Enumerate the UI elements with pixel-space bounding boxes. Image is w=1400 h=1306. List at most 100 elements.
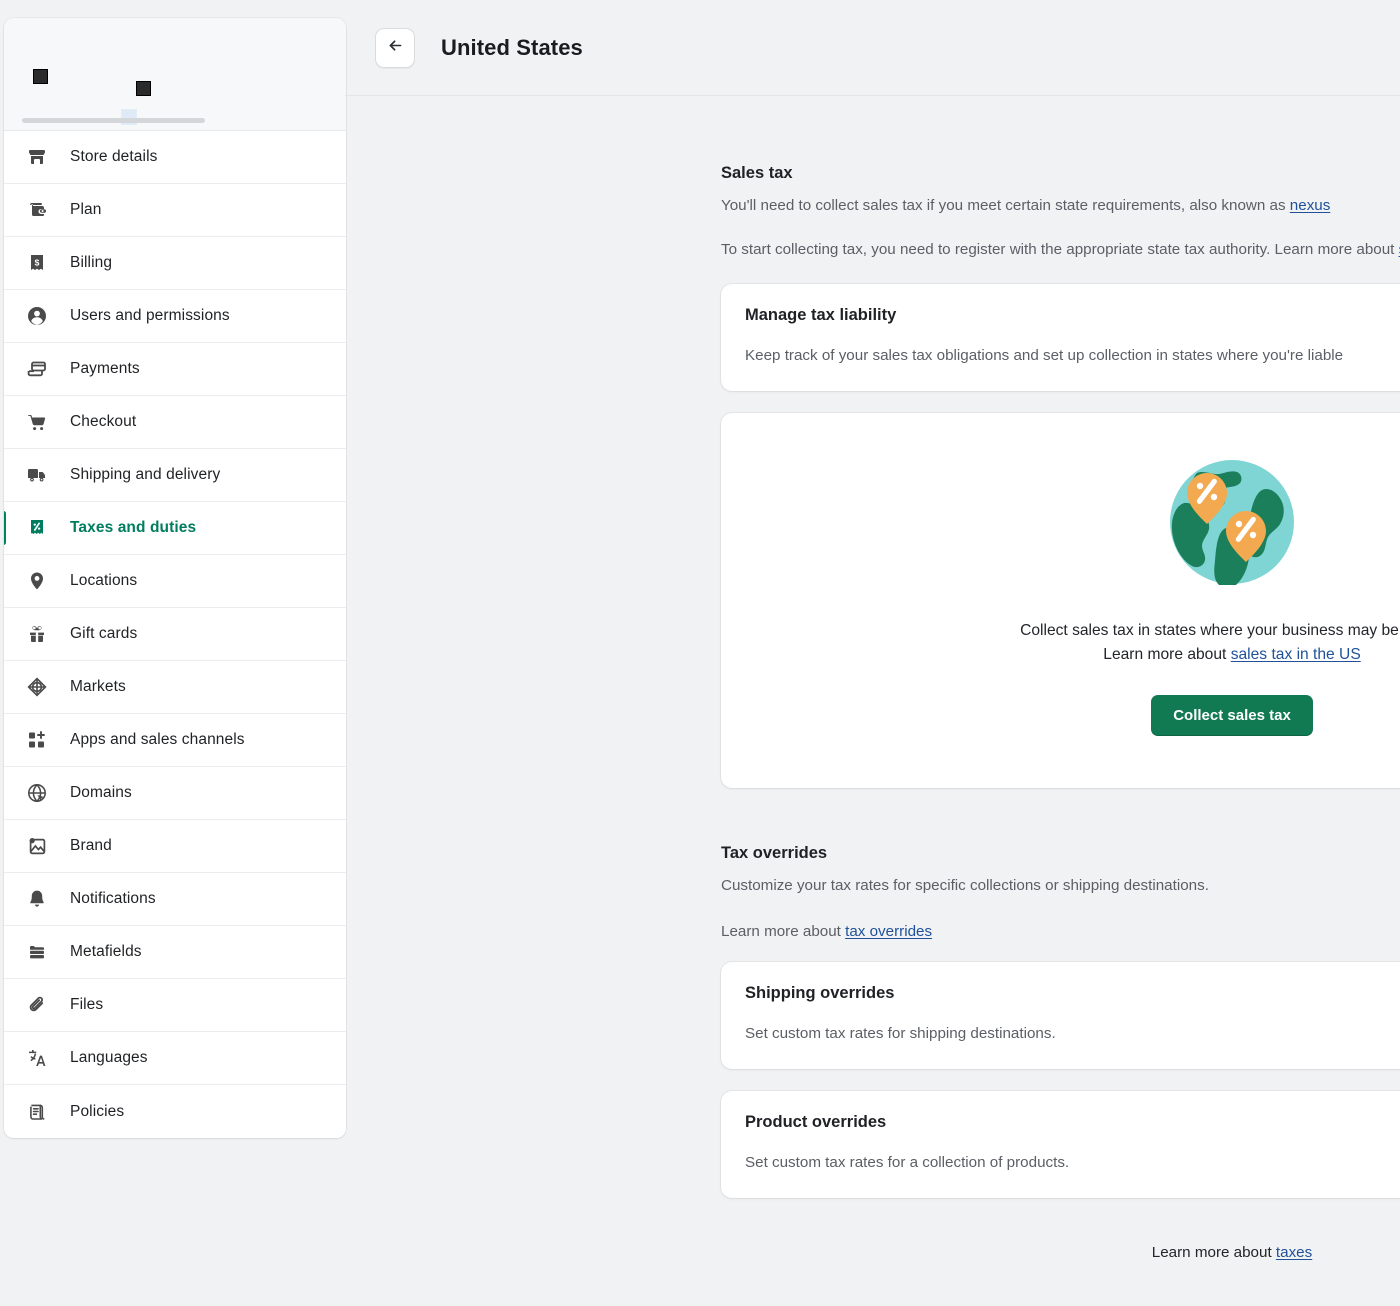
credit-card-icon <box>26 359 47 380</box>
sidebar-item-label: Apps and sales channels <box>70 731 245 749</box>
manage-tax-liability-card: Manage tax liability Show all liabilitie… <box>721 284 1400 391</box>
sidebar-nav: Store details Plan $ Billing Users and permi… <box>4 131 346 1138</box>
translate-icon <box>26 1048 47 1069</box>
sales-tax-description-1: You'll need to collect sales tax if you … <box>721 195 1400 218</box>
collect-sales-tax-line2-prefix: Learn more about <box>1103 646 1230 663</box>
store-switcher-skeleton[interactable] <box>4 18 346 131</box>
globe-icon <box>26 783 47 804</box>
sidebar-item-label: Gift cards <box>70 625 137 643</box>
main-region: United States Sales tax You'll need to c… <box>345 0 1400 1306</box>
sidebar-item-domains[interactable]: Domains <box>4 767 346 820</box>
apps-plus-icon <box>26 730 47 751</box>
sidebar-item-label: Taxes and duties <box>70 519 196 537</box>
sidebar-item-label: Domains <box>70 784 132 802</box>
collect-sales-tax-card: Collect sales tax in states where your b… <box>721 413 1400 788</box>
footer-prefix: Learn more about <box>1152 1244 1276 1261</box>
collect-sales-tax-button[interactable]: Collect sales tax <box>1151 695 1313 736</box>
sidebar-item-files[interactable]: Files <box>4 979 346 1032</box>
page-header: United States <box>345 0 1400 96</box>
sales-tax-desc-1-text: You'll need to collect sales tax if you … <box>721 197 1290 214</box>
delivery-truck-icon <box>26 465 47 486</box>
back-button[interactable] <box>375 28 415 68</box>
gift-icon <box>26 624 47 645</box>
tax-overrides-subtitle: Customize your tax rates for specific co… <box>721 875 1400 898</box>
scroll-document-icon <box>26 1101 47 1122</box>
sidebar-item-users-and-permissions[interactable]: Users and permissions <box>4 290 346 343</box>
sidebar-item-brand[interactable]: Brand <box>4 820 346 873</box>
arrow-left-icon <box>387 37 404 59</box>
collect-sales-tax-text: Collect sales tax in states where your b… <box>745 619 1400 667</box>
shipping-overrides-card: Shipping overridesAdd shipping overrideS… <box>721 962 1400 1069</box>
metafields-icon <box>26 942 47 963</box>
bell-icon <box>26 889 47 910</box>
page-title: United States <box>441 35 583 61</box>
sidebar-item-label: Locations <box>70 572 137 590</box>
tax-overrides-learn-line: Learn more about tax overrides <box>721 923 1400 940</box>
map-pin-icon <box>26 571 47 592</box>
sidebar-item-label: Languages <box>70 1049 148 1067</box>
sidebar-item-checkout[interactable]: Checkout <box>4 396 346 449</box>
shopping-cart-icon <box>26 412 47 433</box>
sidebar-item-store-details[interactable]: Store details <box>4 131 346 184</box>
sidebar-item-label: Files <box>70 996 103 1014</box>
page-content: Sales tax You'll need to collect sales t… <box>345 96 1400 1301</box>
collect-sales-tax-line1: Collect sales tax in states where your b… <box>1020 622 1400 639</box>
settings-page: Store details Plan $ Billing Users and permi… <box>0 0 1400 1306</box>
broken-image-placeholder-1 <box>33 69 48 84</box>
override-cards-list: Shipping overridesAdd shipping overrideS… <box>721 962 1400 1198</box>
sidebar-item-label: Checkout <box>70 413 136 431</box>
tax-overrides-link[interactable]: tax overrides <box>845 923 932 940</box>
sales-tax-in-us-link[interactable]: sales tax in the US <box>1231 646 1361 663</box>
sidebar-item-label: Users and permissions <box>70 307 230 325</box>
manage-tax-liability-title: Manage tax liability <box>745 306 896 325</box>
taxes-link[interactable]: taxes <box>1276 1244 1312 1261</box>
product-overrides-body: Set custom tax rates for a collection of… <box>745 1152 1400 1174</box>
skeleton-bar <box>22 118 205 123</box>
sidebar-item-plan[interactable]: Plan <box>4 184 346 237</box>
settings-sidebar: Store details Plan $ Billing Users and permi… <box>0 0 345 1306</box>
sidebar-item-locations[interactable]: Locations <box>4 555 346 608</box>
sidebar-item-shipping-and-delivery[interactable]: Shipping and delivery <box>4 449 346 502</box>
receipt-dollar-icon: $ <box>26 253 47 274</box>
user-circle-icon <box>26 306 47 327</box>
sidebar-item-label: Notifications <box>70 890 156 908</box>
sidebar-item-label: Payments <box>70 360 140 378</box>
sidebar-item-languages[interactable]: Languages <box>4 1032 346 1085</box>
sales-tax-desc-2-text: To start collecting tax, you need to reg… <box>721 241 1399 258</box>
sidebar-item-metafields[interactable]: Metafields <box>4 926 346 979</box>
tax-overrides-learn-prefix: Learn more about <box>721 923 845 940</box>
sidebar-item-label: Metafields <box>70 943 142 961</box>
sidebar-item-markets[interactable]: Markets <box>4 661 346 714</box>
sidebar-item-label: Billing <box>70 254 112 272</box>
sidebar-item-payments[interactable]: Payments <box>4 343 346 396</box>
sidebar-item-label: Brand <box>70 837 112 855</box>
globe-with-tax-pins-illustration <box>745 459 1400 585</box>
sidebar-item-gift-cards[interactable]: Gift cards <box>4 608 346 661</box>
sidebar-item-label: Policies <box>70 1103 124 1121</box>
paperclip-icon <box>26 995 47 1016</box>
product-overrides-title: Product overrides <box>745 1113 886 1132</box>
sidebar-item-taxes-and-duties[interactable]: Taxes and duties <box>4 502 346 555</box>
sales-tax-heading: Sales tax <box>721 164 1400 183</box>
svg-text:$: $ <box>34 258 39 268</box>
store-icon <box>26 147 47 168</box>
sidebar-item-notifications[interactable]: Notifications <box>4 873 346 926</box>
sidebar-item-apps-and-sales-channels[interactable]: Apps and sales channels <box>4 714 346 767</box>
nexus-link[interactable]: nexus <box>1290 197 1331 214</box>
sidebar-item-policies[interactable]: Policies <box>4 1085 346 1138</box>
shipping-overrides-title: Shipping overrides <box>745 984 894 1003</box>
tax-overrides-section-head: Tax overrides Customize your tax rates f… <box>721 844 1400 940</box>
wallet-icon <box>26 200 47 221</box>
sales-tax-description-2: To start collecting tax, you need to reg… <box>721 239 1400 262</box>
tax-overrides-heading: Tax overrides <box>721 844 1400 863</box>
sidebar-item-label: Shipping and delivery <box>70 466 220 484</box>
sidebar-item-label: Markets <box>70 678 126 696</box>
sidebar-item-label: Plan <box>70 201 101 219</box>
manage-tax-liability-body: Keep track of your sales tax obligations… <box>745 345 1400 367</box>
receipt-percent-icon <box>26 518 47 539</box>
image-icon <box>26 836 47 857</box>
shipping-overrides-body: Set custom tax rates for shipping destin… <box>745 1023 1400 1045</box>
sidebar-item-billing[interactable]: $ Billing <box>4 237 346 290</box>
globe-target-icon <box>26 677 47 698</box>
product-overrides-card: Product overridesAdd product overrideSet… <box>721 1091 1400 1198</box>
